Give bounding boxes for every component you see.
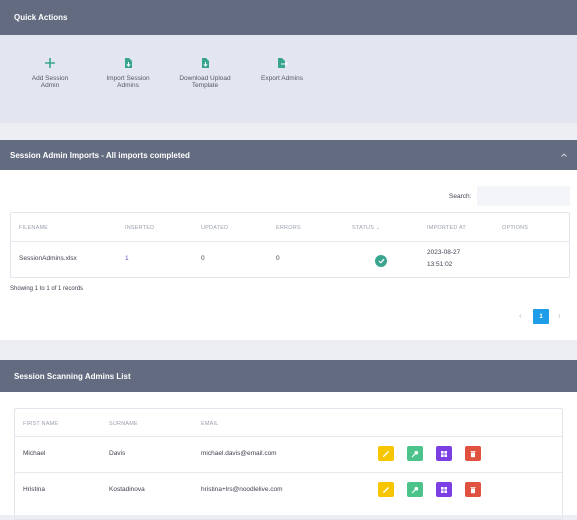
col-surname[interactable]: Surname [109, 421, 138, 427]
prev-page-icon[interactable]: ‹ [519, 311, 522, 320]
edit-button[interactable] [378, 482, 394, 497]
cell-first-name: Hristina [23, 486, 46, 493]
add-session-admin-button[interactable]: Add Session Admin [15, 57, 85, 89]
sort-down-icon: ⌄ [375, 225, 381, 231]
divider [15, 436, 562, 437]
col-errors[interactable]: Errors [276, 225, 301, 231]
plus-icon [45, 58, 55, 68]
cell-email: hristina+lrs@noodlelive.com [201, 486, 283, 493]
imports-title: Session Admin Imports - All imports comp… [10, 150, 190, 160]
key-icon [411, 450, 419, 457]
pencil-icon [383, 486, 389, 493]
trash-icon [470, 486, 476, 493]
file-export-icon [278, 58, 288, 68]
quick-actions-panel: Add Session Admin Import Session Admins … [0, 35, 577, 123]
permissions-button[interactable] [436, 482, 452, 497]
imports-panel: Search: Filename Inserted Updated Errors… [0, 170, 577, 340]
file-download-icon [202, 58, 209, 68]
collapse-chevron-icon[interactable] [561, 152, 567, 159]
imports-header: Session Admin Imports - All imports comp… [0, 140, 577, 170]
status-completed-icon [375, 255, 387, 267]
admins-panel: First Name Surname Email Michael Davis m… [0, 392, 577, 520]
col-email[interactable]: Email [201, 421, 219, 427]
cell-filename: SessionAdmins.xlsx [19, 255, 77, 262]
permissions-button[interactable] [436, 446, 452, 461]
key-icon [411, 486, 419, 493]
admins-table: First Name Surname Email Michael Davis m… [14, 408, 563, 520]
file-import-icon [125, 58, 132, 68]
search-label: Search: [449, 193, 472, 200]
import-session-admins-button[interactable]: Import Session Admins [93, 57, 163, 89]
col-first-name[interactable]: First Name [23, 421, 58, 427]
admins-title: Session Scanning Admins List [14, 371, 131, 381]
export-admins-button[interactable]: Export Admins [247, 57, 317, 82]
col-updated[interactable]: Updated [201, 225, 228, 231]
cell-imported-date: 2023-08-27 [427, 249, 461, 256]
cell-first-name: Michael [23, 450, 46, 457]
delete-button[interactable] [465, 446, 481, 461]
page-1-button[interactable]: 1 [533, 309, 549, 324]
pencil-icon [383, 450, 389, 457]
divider [15, 472, 562, 473]
divider [11, 241, 569, 242]
grid-icon [441, 450, 447, 457]
quick-actions-header: Quick Actions [0, 0, 577, 35]
next-page-icon[interactable]: › [558, 311, 561, 320]
cell-surname: Davis [109, 450, 126, 457]
cell-email: michael.davis@email.com [201, 450, 277, 457]
imports-table: Filename Inserted Updated Errors Status … [10, 212, 570, 278]
download-upload-template-button[interactable]: Download Upload Template [170, 57, 240, 89]
col-status[interactable]: Status ⌄ [352, 225, 380, 231]
delete-button[interactable] [465, 482, 481, 497]
col-imported-at[interactable]: Imported At [427, 225, 466, 231]
cell-imported-time: 13:51:02 [427, 261, 453, 268]
cell-inserted-link[interactable]: 1 [125, 255, 129, 262]
col-options: Options [502, 225, 529, 231]
reset-password-button[interactable] [407, 482, 423, 497]
col-inserted[interactable]: Inserted [125, 225, 154, 231]
cell-surname: Kostadinova [109, 486, 145, 493]
reset-password-button[interactable] [407, 446, 423, 461]
trash-icon [470, 450, 476, 457]
quick-actions-title: Quick Actions [14, 13, 68, 22]
cell-updated: 0 [201, 255, 205, 262]
col-filename[interactable]: Filename [19, 225, 48, 231]
admins-header: Session Scanning Admins List [0, 360, 577, 392]
cell-errors: 0 [276, 255, 280, 262]
search-input[interactable] [477, 186, 570, 206]
grid-icon [441, 486, 447, 493]
table-info: Showing 1 to 1 of 1 records [10, 286, 84, 292]
edit-button[interactable] [378, 446, 394, 461]
